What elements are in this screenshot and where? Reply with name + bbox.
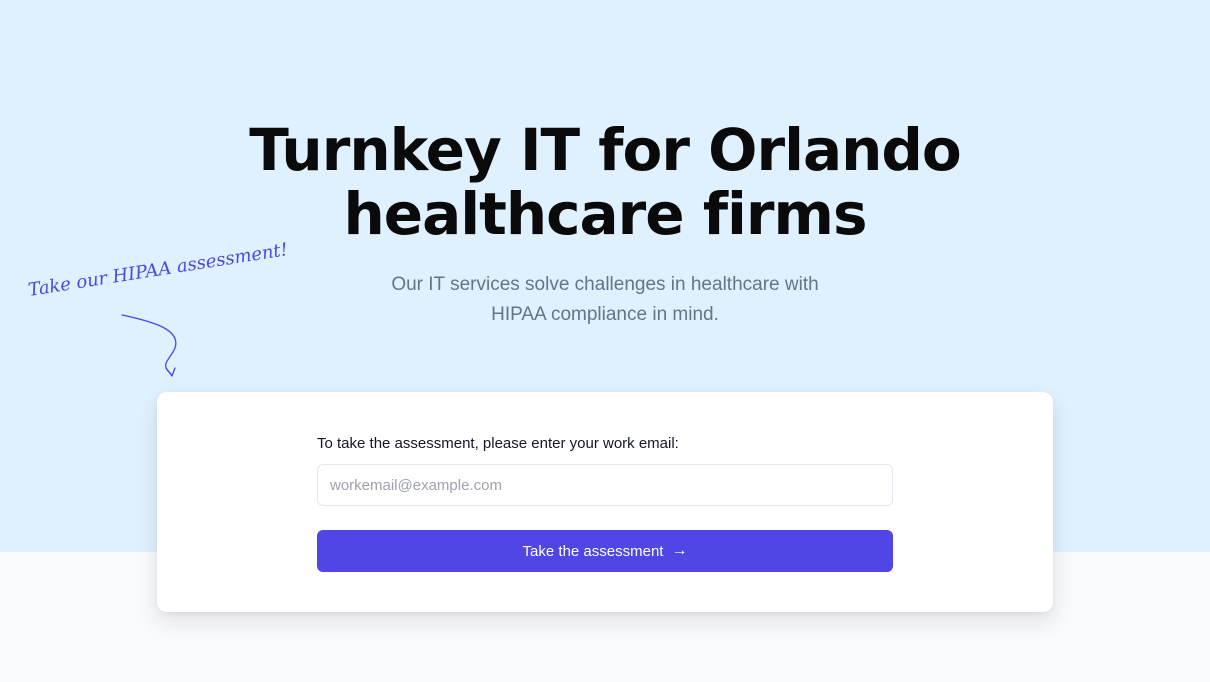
hero-subtitle: Our IT services solve challenges in heal… bbox=[355, 270, 855, 330]
page-title-line-1: Turnkey IT for Orlando bbox=[249, 116, 962, 184]
take-assessment-button-label: Take the assessment bbox=[522, 542, 664, 560]
email-label: To take the assessment, please enter you… bbox=[317, 435, 679, 452]
assessment-card: To take the assessment, please enter you… bbox=[157, 392, 1053, 612]
curved-arrow-icon bbox=[121, 314, 177, 377]
email-field[interactable] bbox=[317, 464, 893, 506]
take-assessment-button[interactable]: Take the assessment → bbox=[317, 530, 893, 572]
page-title-line-2: healthcare firms bbox=[343, 180, 868, 248]
hero-subtitle-line-1: Our IT services solve challenges in heal… bbox=[391, 274, 819, 295]
page-title: Turnkey IT for Orlando healthcare firms bbox=[0, 118, 1210, 246]
arrow-right-icon: → bbox=[671, 542, 688, 559]
landing-page: Turnkey IT for Orlando healthcare firms … bbox=[0, 0, 1210, 682]
hero-subtitle-line-2: HIPAA compliance in mind. bbox=[491, 304, 719, 325]
